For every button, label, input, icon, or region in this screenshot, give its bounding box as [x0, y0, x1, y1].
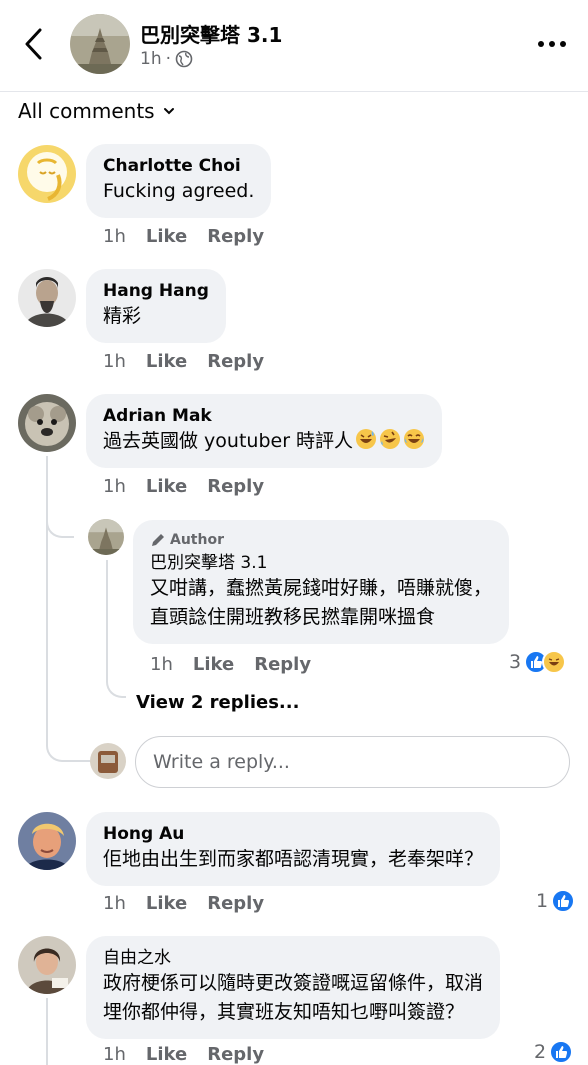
avatar-hang-hang[interactable]	[18, 269, 76, 327]
reply-actions: 1h Like Reply	[150, 654, 311, 675]
tears-of-joy-emoji	[404, 429, 425, 449]
author-badge: Author	[150, 532, 492, 548]
comment-actions: 1h Like Reply	[103, 226, 264, 247]
comment-text-line: 埋你都仲得，其實班友知唔知乜嘢叫簽證？	[103, 1001, 465, 1023]
more-dots-icon	[538, 41, 566, 47]
reply-button[interactable]: Reply	[254, 654, 311, 675]
comment-time[interactable]: 1h	[103, 351, 126, 372]
like-reaction-icon	[549, 1040, 574, 1064]
commenter-name[interactable]: Adrian Mak	[103, 405, 425, 427]
like-button[interactable]: Like	[146, 893, 187, 914]
thread-line	[46, 998, 48, 1065]
like-button[interactable]: Like	[146, 1044, 187, 1065]
reply-text-line: 又咁講，蠢撚黃屍錢咁好賺，唔賺就傻，	[150, 577, 493, 599]
comment-time[interactable]: 1h	[103, 893, 126, 914]
rolling-laughing-emoji	[380, 429, 401, 449]
comment-text-body: 過去英國做 youtuber 時評人	[103, 430, 354, 452]
commenter-name[interactable]: 巴別突擊塔 3.1	[150, 552, 492, 574]
view-replies-link[interactable]: View 2 replies...	[136, 692, 299, 713]
thread-connector	[46, 500, 74, 538]
like-button[interactable]: Like	[146, 226, 187, 247]
comment-text: 精彩	[103, 305, 142, 327]
haha-reaction-icon	[542, 650, 567, 674]
reply-placeholder: Write a reply...	[153, 751, 290, 773]
like-button[interactable]: Like	[146, 476, 187, 497]
comment-filter-label: All comments	[18, 99, 155, 123]
reply-bubble: Author 巴別突擊塔 3.1 又咁講，蠢撚黃屍錢咁好賺，唔賺就傻， 直頭諗住…	[133, 520, 510, 644]
thread-line	[46, 456, 48, 700]
comment-bubble: 自由之水 政府梗係可以隨時更改簽證嘅逗留條件，取消 埋你都仲得，其實班友知唔知乜…	[86, 936, 501, 1039]
commenter-name[interactable]: Hang Hang	[103, 280, 209, 302]
author-badge-label: Author	[170, 532, 224, 548]
post-meta: 1h ·	[140, 49, 193, 69]
pencil-icon	[152, 534, 164, 546]
reaction-count: 3	[509, 651, 522, 673]
avatar-free-water[interactable]	[18, 936, 76, 994]
reaction-count: 2	[534, 1041, 547, 1063]
current-user-avatar	[90, 743, 126, 779]
commenter-name[interactable]: 自由之水	[103, 947, 483, 969]
reply-button[interactable]: Reply	[207, 226, 264, 247]
like-button[interactable]: Like	[146, 351, 187, 372]
comment-text: Fucking agreed.	[103, 180, 255, 202]
like-reaction-icon	[551, 889, 576, 913]
comment-time[interactable]: 1h	[103, 476, 126, 497]
chevron-left-icon	[25, 28, 42, 60]
reaction-summary[interactable]: 1	[536, 889, 576, 913]
grinning-sweat-emoji	[356, 429, 377, 449]
commenter-name[interactable]: Hong Au	[103, 823, 483, 845]
comment-text: 過去英國做 youtuber 時評人	[103, 427, 425, 456]
reply-text-line: 直頭諗住開班教移民撚靠開咪搵食	[150, 606, 436, 628]
like-button[interactable]: Like	[193, 654, 234, 675]
comment-actions: 1h Like Reply	[103, 893, 264, 914]
comment-text: 佢地由出生到而家都唔認清現實，老奉架咩？	[103, 848, 484, 870]
more-options-button[interactable]	[534, 30, 570, 58]
reply-button[interactable]: Reply	[207, 1044, 264, 1065]
reaction-summary[interactable]: 2	[534, 1040, 574, 1064]
post-header: 巴別突擊塔 3.1 1h ·	[0, 0, 588, 92]
reaction-count: 1	[536, 890, 549, 912]
avatar-charlotte-choi[interactable]	[18, 145, 76, 203]
comment-time[interactable]: 1h	[103, 226, 126, 247]
reaction-summary[interactable]: 3	[509, 650, 567, 674]
comment-actions: 1h Like Reply	[103, 476, 264, 497]
comment-filter-dropdown[interactable]: All comments	[18, 99, 175, 123]
comment-bubble: Hong Au 佢地由出生到而家都唔認清現實，老奉架咩？	[86, 812, 501, 886]
comment-time[interactable]: 1h	[103, 1044, 126, 1065]
reply-thread-connector	[106, 672, 126, 698]
commenter-name[interactable]: Charlotte Choi	[103, 155, 254, 177]
globe-icon	[175, 50, 193, 68]
author-avatar[interactable]	[88, 519, 124, 555]
comment-actions: 1h Like Reply	[103, 1044, 264, 1065]
reply-button[interactable]: Reply	[207, 476, 264, 497]
meta-separator: ·	[165, 49, 171, 69]
thread-connector	[46, 700, 90, 762]
reply-button[interactable]: Reply	[207, 351, 264, 372]
back-button[interactable]	[20, 26, 50, 62]
avatar-hong-au[interactable]	[18, 812, 76, 870]
reply-thread-line	[106, 560, 108, 678]
avatar-adrian-mak[interactable]	[18, 394, 76, 452]
comment-bubble: Hang Hang 精彩	[86, 269, 226, 343]
page-avatar[interactable]	[70, 14, 130, 74]
reply-button[interactable]: Reply	[207, 893, 264, 914]
comment-bubble: Adrian Mak 過去英國做 youtuber 時評人	[86, 394, 443, 468]
comment-text-line: 政府梗係可以隨時更改簽證嘅逗留條件，取消	[103, 972, 484, 994]
chevron-down-icon	[163, 108, 174, 115]
reply-input[interactable]: Write a reply...	[135, 736, 570, 788]
comment-actions: 1h Like Reply	[103, 351, 264, 372]
post-time[interactable]: 1h	[140, 49, 162, 69]
reply-time[interactable]: 1h	[150, 654, 173, 675]
comment-bubble: Charlotte Choi Fucking agreed.	[86, 144, 272, 218]
page-name[interactable]: 巴別突擊塔 3.1	[140, 19, 282, 48]
